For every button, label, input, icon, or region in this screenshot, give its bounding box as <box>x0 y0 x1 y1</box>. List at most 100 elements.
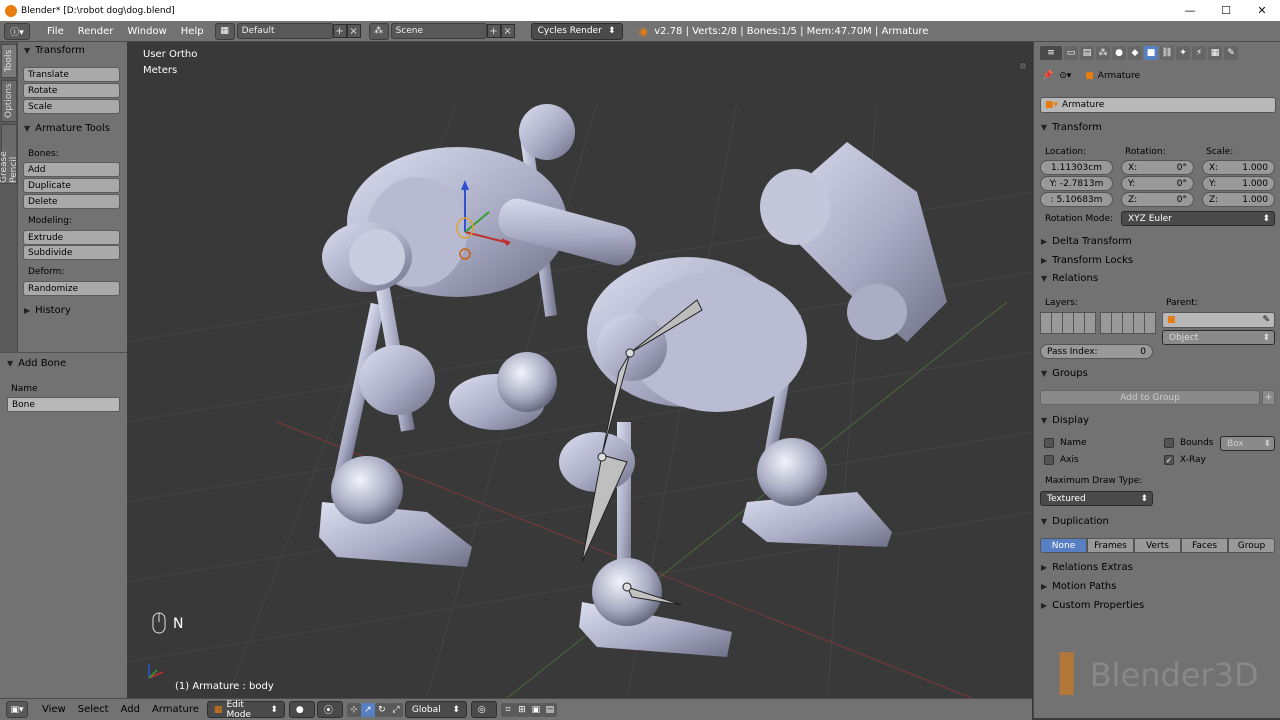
render-tab-icon[interactable]: ▭ <box>1064 46 1078 60</box>
display-name-checkbox[interactable]: Name <box>1044 438 1087 448</box>
menu-add[interactable]: Add <box>115 704 146 715</box>
groups-panel-header[interactable]: ▼ Groups <box>1041 368 1088 379</box>
duplication-verts-button[interactable]: Verts <box>1134 538 1181 553</box>
menu-select[interactable]: Select <box>72 704 115 715</box>
object-tab-icon[interactable]: ◆ <box>1128 46 1142 60</box>
rotation-x-field[interactable]: X: 0° <box>1121 160 1194 175</box>
menu-armature[interactable]: Armature <box>146 704 205 715</box>
display-xray-checkbox[interactable]: ✓ X-Ray <box>1164 455 1206 465</box>
editor-type-icon[interactable]: ⓘ▾ <box>4 22 30 40</box>
transform-locks-panel-header[interactable]: ▶ Transform Locks <box>1041 255 1133 266</box>
manipulator-toggle-icon[interactable]: ⊹ <box>346 702 361 717</box>
duplicate-bone-button[interactable]: Duplicate <box>23 178 120 193</box>
rotate-manipulator-icon[interactable]: ↻ <box>374 702 389 717</box>
render-layers-tab-icon[interactable]: ▤ <box>1080 46 1094 60</box>
custom-properties-panel-header[interactable]: ▶ Custom Properties <box>1041 600 1144 611</box>
scene-field[interactable]: Scene <box>390 23 487 39</box>
location-y-field[interactable]: Y: -2.7813m <box>1040 176 1113 191</box>
rotate-button[interactable]: Rotate <box>23 83 120 98</box>
duplication-panel-header[interactable]: ▼ Duplication <box>1041 516 1109 527</box>
delta-transform-panel-header[interactable]: ▶ Delta Transform <box>1041 236 1132 247</box>
scale-button[interactable]: Scale <box>23 99 120 114</box>
shading-dropdown[interactable]: ● <box>288 701 315 718</box>
location-x-field[interactable]: 1.11303cm <box>1040 160 1113 175</box>
armature-tools-panel-header[interactable]: ▼ Armature Tools <box>24 123 110 134</box>
screen-layout-icon[interactable]: ▦ <box>214 22 235 40</box>
duplication-frames-button[interactable]: Frames <box>1087 538 1134 553</box>
menu-render[interactable]: Render <box>71 26 121 37</box>
delete-bone-button[interactable]: Delete <box>23 194 120 209</box>
duplication-none-button[interactable]: None <box>1040 538 1087 553</box>
parent-type-dropdown[interactable]: Object ⬍ <box>1162 330 1275 345</box>
add-bone-button[interactable]: Add <box>23 162 120 177</box>
screen-layout-field[interactable]: Default <box>236 23 333 39</box>
scene-tab-icon[interactable]: ⁂ <box>1096 46 1110 60</box>
tab-grease-pencil[interactable]: Grease Pencil <box>0 124 19 184</box>
rotation-y-field[interactable]: Y: 0° <box>1121 176 1194 191</box>
motion-paths-panel-header[interactable]: ▶ Motion Paths <box>1041 581 1116 592</box>
texture-tab-icon[interactable]: ▦ <box>1208 46 1222 60</box>
duplication-group-button[interactable]: Group <box>1228 538 1275 553</box>
bone-name-input[interactable]: Bone <box>7 397 120 412</box>
rotation-z-field[interactable]: Z: 0° <box>1121 192 1194 207</box>
parent-field[interactable]: ■ ✎ <box>1162 312 1275 328</box>
translate-manipulator-icon[interactable]: ↗ <box>360 702 375 717</box>
transform-panel-header[interactable]: ▼ Transform <box>24 45 85 56</box>
add-scene-icon[interactable]: + <box>486 24 501 38</box>
menu-help[interactable]: Help <box>174 26 211 37</box>
sidebar-toggle-icon[interactable] <box>1019 62 1027 70</box>
subdivide-button[interactable]: Subdivide <box>23 245 120 260</box>
relations-panel-header[interactable]: ▼ Relations <box>1041 273 1098 284</box>
add-layout-icon[interactable]: + <box>332 24 347 38</box>
location-z-field[interactable]: : 5.10683m <box>1040 192 1113 207</box>
snap-element-icon[interactable]: ⊞ <box>514 702 529 717</box>
add-bone-operator-header[interactable]: ▼ Add Bone <box>7 358 66 369</box>
orientation-dropdown[interactable]: Global ⬍ <box>404 701 467 718</box>
pin-icon[interactable]: 📌 <box>1042 71 1053 81</box>
history-panel-header[interactable]: ▶ History <box>24 305 71 316</box>
scene-icon[interactable]: ⁂ <box>368 22 389 40</box>
render-animation-icon[interactable]: ▤ <box>542 702 557 717</box>
scale-x-field[interactable]: X: 1.000 <box>1202 160 1275 175</box>
editor-type-icon[interactable]: ≡ <box>1040 46 1062 60</box>
menu-file[interactable]: File <box>40 26 71 37</box>
scale-y-field[interactable]: Y: 1.000 <box>1202 176 1275 191</box>
pivot-dropdown[interactable]: ⦿ <box>316 701 343 718</box>
proportional-edit-dropdown[interactable]: ◎ <box>470 701 497 718</box>
pass-index-field[interactable]: Pass Index: 0 <box>1040 344 1153 359</box>
display-axis-checkbox[interactable]: Axis <box>1044 455 1079 465</box>
translate-button[interactable]: Translate <box>23 67 120 82</box>
object-active-tab-icon[interactable]: ■ <box>1144 46 1158 60</box>
world-tab-icon[interactable]: ● <box>1112 46 1126 60</box>
remove-scene-icon[interactable]: × <box>500 24 515 38</box>
constraints-tab-icon[interactable]: ⛓ <box>1160 46 1174 60</box>
object-name-field[interactable]: ■▾ Armature <box>1040 97 1276 113</box>
physics-tab-icon[interactable]: ✎ <box>1224 46 1238 60</box>
menu-window[interactable]: Window <box>120 26 173 37</box>
data-tab-icon[interactable]: ✦ <box>1176 46 1190 60</box>
bone-tab-icon[interactable]: ⚡ <box>1192 46 1206 60</box>
extrude-button[interactable]: Extrude <box>23 230 120 245</box>
max-draw-type-dropdown[interactable]: Textured ⬍ <box>1040 491 1153 506</box>
snap-toggle-icon[interactable]: ⌗ <box>500 702 515 717</box>
3d-viewport[interactable]: User Ortho Meters N (1) Armature : body <box>127 42 1032 698</box>
display-bounds-checkbox[interactable]: Bounds <box>1164 438 1214 448</box>
layers-grid-1[interactable] <box>1040 312 1096 334</box>
display-panel-header[interactable]: ▼ Display <box>1041 415 1089 426</box>
scale-z-field[interactable]: Z: 1.000 <box>1202 192 1275 207</box>
add-group-icon[interactable]: + <box>1262 390 1275 405</box>
relations-extras-panel-header[interactable]: ▶ Relations Extras <box>1041 562 1133 573</box>
duplication-faces-button[interactable]: Faces <box>1181 538 1228 553</box>
add-to-group-button[interactable]: Add to Group <box>1040 390 1260 405</box>
transform-panel-header[interactable]: ▼ Transform <box>1041 122 1102 133</box>
layers-grid-2[interactable] <box>1100 312 1156 334</box>
menu-view[interactable]: View <box>36 704 72 715</box>
render-preview-icon[interactable]: ▣ <box>528 702 543 717</box>
close-button[interactable]: ✕ <box>1244 0 1280 21</box>
tab-options[interactable]: Options <box>1 80 17 122</box>
remove-layout-icon[interactable]: × <box>346 24 361 38</box>
randomize-button[interactable]: Randomize <box>23 281 120 296</box>
minimize-button[interactable]: — <box>1172 0 1208 21</box>
maximize-button[interactable]: ☐ <box>1208 0 1244 21</box>
tab-tools[interactable]: Tools <box>1 44 17 78</box>
